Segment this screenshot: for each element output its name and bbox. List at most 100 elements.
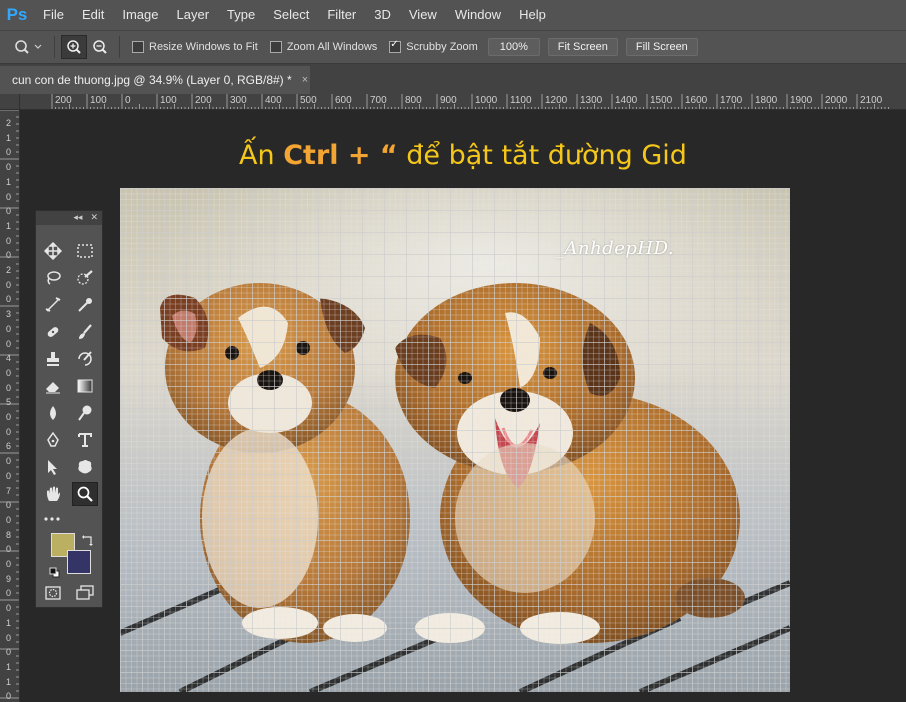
document-image[interactable]: _AnhdepHD. xyxy=(120,188,790,692)
marquee-tool-icon[interactable] xyxy=(72,239,98,263)
ruler-top-label: 1900 xyxy=(790,95,813,106)
menu-view[interactable]: View xyxy=(400,0,446,30)
ruler-left-label: 0 xyxy=(6,500,12,511)
ruler-left-label: 0 xyxy=(6,206,12,217)
ruler-left-label: 2 xyxy=(6,118,12,128)
clone-stamp-tool-icon[interactable] xyxy=(40,347,66,371)
ruler-left-label: 1 xyxy=(6,617,12,628)
more-tools-icon[interactable] xyxy=(40,507,66,531)
quick-mask-icon[interactable] xyxy=(40,581,66,605)
hand-tool-icon[interactable] xyxy=(40,482,66,506)
zoom-tool-icon[interactable] xyxy=(72,482,98,506)
document-tab[interactable]: cun con de thuong.jpg @ 34.9% (Layer 0, … xyxy=(0,66,310,94)
menu-select[interactable]: Select xyxy=(264,0,318,30)
canvas-area[interactable]: Ấn Ctrl + “ để bật tắt đường Gid _Anhdep… xyxy=(20,110,906,702)
path-selection-tool-icon[interactable] xyxy=(40,455,66,479)
ruler-left-label: 0 xyxy=(6,235,12,246)
ruler-left-label: 0 xyxy=(6,162,12,173)
ruler-top-label: 1800 xyxy=(755,95,778,106)
scrubby-zoom-checkbox[interactable]: Scrubby Zoom xyxy=(389,39,478,53)
ruler-top-label: 0 xyxy=(125,95,131,106)
menu-3d[interactable]: 3D xyxy=(365,0,400,30)
horizontal-ruler[interactable]: 200 100 0 100 200 300 400 500 600 700 800 900 1000 11… xyxy=(20,94,906,110)
zoom-all-windows-checkbox[interactable]: Zoom All Windows xyxy=(269,41,378,53)
custom-shape-tool-icon[interactable] xyxy=(72,455,98,479)
ruler-left-label: 1 xyxy=(6,176,12,187)
gradient-tool-icon[interactable] xyxy=(72,374,98,398)
menu-window[interactable]: Window xyxy=(446,0,510,30)
pen-tool-icon[interactable] xyxy=(40,428,66,452)
resize-windows-checkbox[interactable]: Resize Windows to Fit xyxy=(132,41,258,53)
zoom-tool-preset-icon[interactable] xyxy=(10,35,48,59)
ruler-left-label: 0 xyxy=(6,279,12,290)
type-tool-icon[interactable] xyxy=(72,428,98,452)
grid-overlay xyxy=(120,188,790,692)
menu-edit[interactable]: Edit xyxy=(73,0,113,30)
ruler-top-label: 600 xyxy=(335,95,352,106)
ruler-top-label: 700 xyxy=(370,95,387,106)
ruler-top-label: 1000 xyxy=(475,95,498,106)
menu-type[interactable]: Type xyxy=(218,0,264,30)
menu-help[interactable]: Help xyxy=(510,0,555,30)
ruler-left-label: 7 xyxy=(6,485,12,496)
healing-brush-tool-icon[interactable] xyxy=(40,320,66,344)
ruler-left-label: 0 xyxy=(6,588,12,599)
brush-tool-icon[interactable] xyxy=(72,320,98,344)
blur-tool-icon[interactable] xyxy=(40,401,66,425)
menu-bar: Ps File Edit Image Layer Type Select Fil… xyxy=(0,0,906,30)
ruler-top-label: 1200 xyxy=(545,95,568,106)
ruler-top-label: 2000 xyxy=(825,95,848,106)
ruler-top-label: 1100 xyxy=(510,95,532,106)
ruler-top-label: 400 xyxy=(265,95,282,106)
ruler-top-label: 100 xyxy=(90,95,107,106)
ruler-left-label: 6 xyxy=(6,441,12,452)
fill-screen-button[interactable]: Fill Screen xyxy=(625,38,698,56)
move-tool-icon[interactable] xyxy=(40,239,66,263)
swap-colors-icon[interactable] xyxy=(82,531,94,546)
vertical-ruler[interactable]: 2 1 0 0 1 0 0 1 0 0 2 0 0 3 0 0 4 0 0 5 0 0 6 0 0 7 0 0 8 0 0 9 0 0 1 0 0 1 1 0 xyxy=(0,110,20,702)
ruler-left-label: 0 xyxy=(6,456,12,467)
history-brush-tool-icon[interactable] xyxy=(72,347,98,371)
zoom-in-icon[interactable] xyxy=(61,35,87,59)
menu-layer[interactable]: Layer xyxy=(168,0,219,30)
caption-text: Ấn Ctrl + “ để bật tắt đường Gid xyxy=(20,140,906,171)
ruler-top-label: 1700 xyxy=(720,95,743,106)
screen-mode-icon[interactable] xyxy=(72,581,98,605)
fit-screen-button[interactable]: Fit Screen xyxy=(547,38,618,56)
close-icon[interactable]: ✕ xyxy=(90,213,98,223)
scrubby-zoom-box[interactable] xyxy=(389,39,402,53)
dodge-tool-icon[interactable] xyxy=(72,401,98,425)
ruler-origin[interactable] xyxy=(0,94,20,110)
resize-windows-box[interactable] xyxy=(132,41,144,53)
ruler-left-label: 0 xyxy=(6,691,12,702)
ruler-top-label: 2100 xyxy=(860,95,883,106)
lasso-tool-icon[interactable] xyxy=(40,266,66,290)
zoom-all-windows-box[interactable] xyxy=(269,41,282,53)
eyedropper-tool-icon[interactable] xyxy=(72,293,98,317)
close-icon[interactable]: × xyxy=(302,74,308,86)
ruler-left-label: 3 xyxy=(6,309,12,320)
zoom-all-windows-label: Zoom All Windows xyxy=(286,41,378,53)
default-colors-icon[interactable] xyxy=(49,564,61,578)
options-bar: Resize Windows to Fit Zoom All Windows S… xyxy=(0,30,906,64)
document-tab-bar: cun con de thuong.jpg @ 34.9% (Layer 0, … xyxy=(0,64,906,94)
zoom-out-icon[interactable] xyxy=(87,35,113,59)
tools-panel-header[interactable]: ◂◂ ✕ xyxy=(36,211,102,225)
ruler-left-label: 1 xyxy=(6,676,12,687)
ruler-left-label: 0 xyxy=(6,250,12,261)
eraser-tool-icon[interactable] xyxy=(40,374,66,398)
background-color-swatch[interactable] xyxy=(67,550,91,574)
crop-tool-icon[interactable] xyxy=(40,293,66,317)
quick-selection-tool-icon[interactable] xyxy=(72,266,98,290)
menu-filter[interactable]: Filter xyxy=(318,0,365,30)
ruler-left-label: 1 xyxy=(6,220,12,231)
zoom-100-button[interactable]: 100% xyxy=(487,38,540,56)
ruler-left-label: 0 xyxy=(6,338,12,349)
ruler-top-label: 800 xyxy=(405,95,422,106)
menu-file[interactable]: File xyxy=(34,0,73,30)
collapse-icon[interactable]: ◂◂ xyxy=(73,213,82,223)
menu-image[interactable]: Image xyxy=(113,0,167,30)
ruler-top-label: 1500 xyxy=(650,95,673,106)
ruler-left-label: 0 xyxy=(6,367,12,378)
ruler-left-label: 1 xyxy=(6,661,12,672)
